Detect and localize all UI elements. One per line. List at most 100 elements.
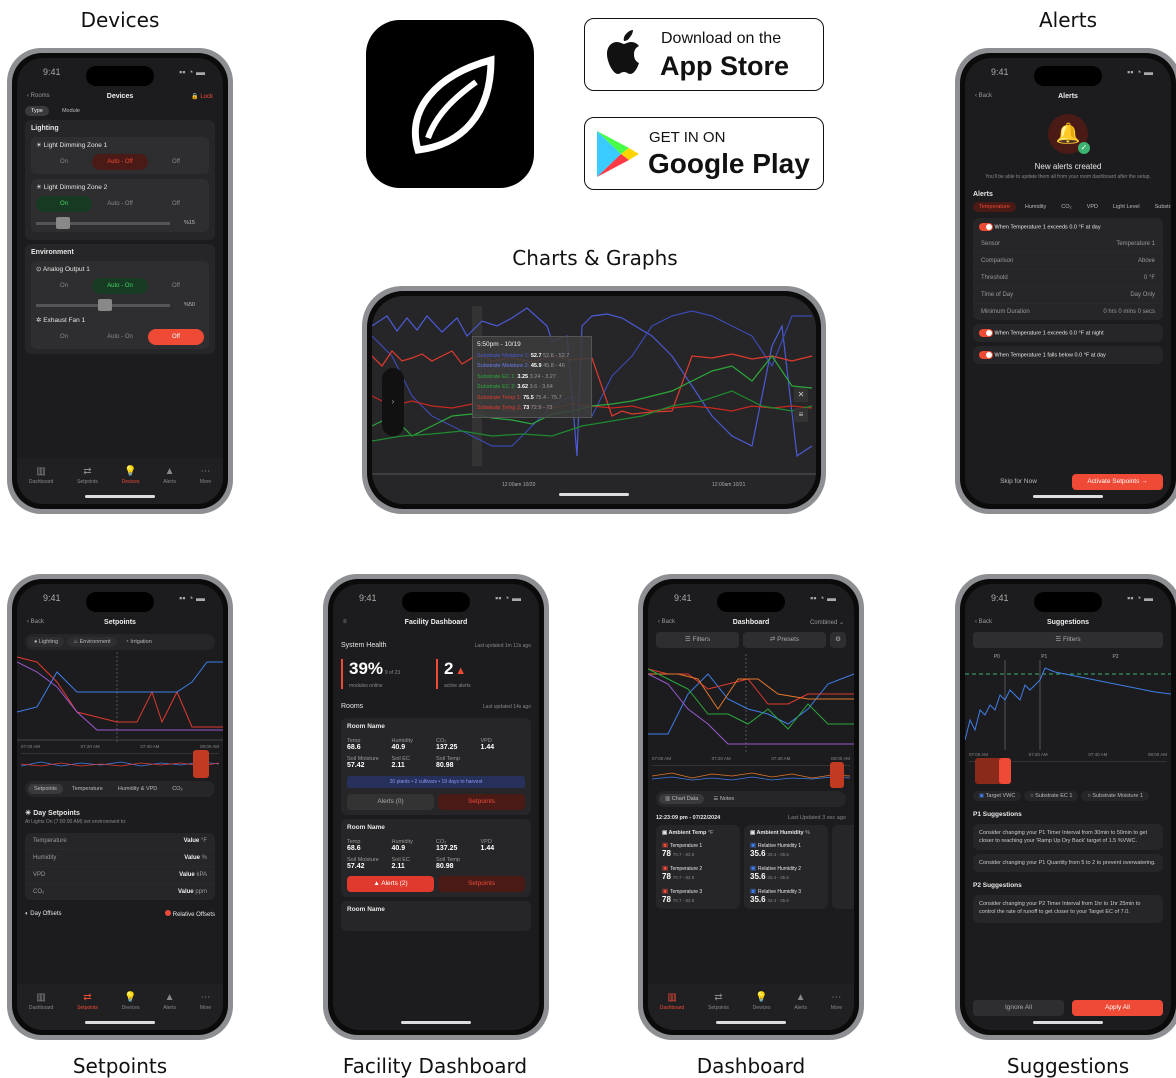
tab-more[interactable]: ⋯ More	[831, 992, 842, 1030]
check-icon: ✓	[1078, 142, 1090, 154]
filter-lighting[interactable]: ● Lighting	[28, 637, 65, 647]
tab-temperature[interactable]: Temperature	[973, 202, 1016, 212]
tab-humidity[interactable]: Humidity	[1019, 202, 1052, 212]
zone2-control[interactable]: On Auto - Off Off	[36, 196, 204, 212]
rooms-heading: Rooms	[341, 703, 364, 710]
google-play-badge[interactable]: GET IN ON Google Play	[584, 117, 824, 190]
tab-type[interactable]: Type	[25, 106, 49, 116]
zone1-control[interactable]: On Auto - Off Off	[36, 154, 204, 170]
filter-icon[interactable]: ≡	[794, 408, 808, 422]
tab-more[interactable]: ⋯ More	[200, 992, 211, 1030]
range-scrubber[interactable]	[969, 758, 1167, 784]
chip-target-vwc[interactable]: ▣ Target VWC	[973, 791, 1022, 801]
chip-substrate-moisture[interactable]: ○ Substrate Moisture 1	[1081, 791, 1150, 801]
range-scrubber[interactable]	[20, 750, 220, 778]
activate-button[interactable]: Activate Setpoints →	[1072, 474, 1163, 490]
alerts-button[interactable]: Alerts (0)	[347, 794, 434, 810]
fan-label: ✲ Exhaust Fan 1	[36, 317, 86, 324]
zone1-label: ☀ Light Dimming Zone 1	[36, 142, 108, 149]
zone2-slider[interactable]	[36, 216, 170, 229]
analog-slider[interactable]	[36, 298, 170, 311]
p1-heading: P1 Suggestions	[973, 811, 1022, 818]
tab-module[interactable]: Module	[56, 106, 86, 116]
list-item[interactable]: ▣ Relative Humidity 2 35.6 33.4 - 35.6	[750, 864, 822, 881]
page-title: Setpoints	[104, 618, 136, 626]
tab-more[interactable]: ⋯ More	[200, 466, 211, 504]
alert-rule-1[interactable]: When Temperature 1 exceeds 0.0 °F at day…	[973, 218, 1163, 320]
notes-tab[interactable]: ☰ Notes	[707, 794, 740, 804]
tab-setpoints[interactable]: ⇄ Setpoints	[77, 466, 98, 504]
setpoint-row[interactable]: Humidity Value %	[25, 850, 215, 867]
setpoint-row[interactable]: CO₂ Value ppm	[25, 884, 215, 900]
tab-co2[interactable]: CO₂	[166, 784, 188, 794]
tab-setpoints[interactable]: ⇄ Setpoints	[77, 992, 98, 1030]
tab-devices[interactable]: 💡 Devices	[122, 466, 140, 504]
fan-control[interactable]: On Auto - On Off	[36, 329, 204, 345]
relative-offsets-toggle[interactable]: Relative Offsets	[165, 910, 215, 918]
caption-facility: Facility Dashboard	[342, 1054, 528, 1078]
setpoint-row[interactable]: Temperature Value °F	[25, 833, 215, 850]
rule1-toggle[interactable]	[979, 223, 993, 231]
tab-vpd[interactable]: VPD	[1081, 202, 1104, 212]
alerts-heading: Alerts	[973, 191, 993, 198]
list-item[interactable]: ▣ Temperature 2 78 70.7 - 82.9	[662, 864, 734, 881]
list-item[interactable]: ▣ Temperature 3 78 70.7 - 82.9	[662, 887, 734, 904]
tab-setpoints[interactable]: ⇄ Setpoints	[708, 992, 729, 1030]
chip-substrate-ec[interactable]: ○ Substrate EC 1	[1024, 791, 1079, 801]
tab-alerts[interactable]: ▲ Alerts	[163, 992, 176, 1030]
p2-heading: P2 Suggestions	[973, 882, 1022, 889]
suggestion-card[interactable]: Consider changing your P2 Timer Interval…	[973, 895, 1163, 923]
suggestion-card[interactable]: Consider changing your P1 Quantity from …	[973, 854, 1163, 872]
more-card	[832, 825, 854, 909]
alert-tabs: Temperature Humidity CO₂ VPD Light Level Subs…	[965, 202, 1171, 212]
tab-dashboard[interactable]: ▥ Dashboard	[29, 466, 53, 504]
tab-dashboard[interactable]: ▥ Dashboard	[29, 992, 53, 1030]
chart-data-tab[interactable]: ▥ Chart Data	[659, 794, 705, 804]
tab-alerts[interactable]: ▲ Alerts	[794, 992, 807, 1030]
presets-button[interactable]: ⇄ Presets	[743, 632, 826, 648]
setpoint-row[interactable]: VPD Value kPA	[25, 867, 215, 884]
list-item[interactable]: ▣ Relative Humidity 1 35.6 33.4 - 35.6	[750, 841, 822, 858]
tab-temperature[interactable]: Temperature	[66, 784, 109, 794]
skip-button[interactable]: Skip for Now	[973, 474, 1064, 490]
list-item[interactable]: ▣ Temperature 1 78 70.7 - 82.9	[662, 841, 734, 858]
room-card[interactable]: Room Name Temp Humidity CO₂ VPD 68.6 40.9 137…	[341, 718, 531, 815]
tab-devices[interactable]: 💡 Devices	[122, 992, 140, 1030]
room-card[interactable]: Room Name Temp Humidity CO₂ VPD 68.6 40.9 137…	[341, 819, 531, 897]
tab-alerts[interactable]: ▲ Alerts	[163, 466, 176, 504]
tab-co2[interactable]: CO₂	[1055, 202, 1077, 212]
filter-environment[interactable]: ♨ Environment	[67, 637, 117, 647]
filter-irrigation[interactable]: ◔ Irrigation	[120, 637, 158, 647]
trend-chart[interactable]	[372, 296, 816, 504]
setpoints-button[interactable]: Setpoints	[438, 876, 525, 892]
suggestion-card[interactable]: Consider changing your P1 Timer Interval…	[973, 824, 1163, 850]
list-item[interactable]: ▣ Relative Humidity 3 35.6 33.4 - 35.6	[750, 887, 822, 904]
apply-all-button[interactable]: Apply All	[1072, 1000, 1163, 1016]
status-time: 9:41	[359, 593, 377, 603]
page-title: Devices	[106, 92, 134, 100]
analog-control[interactable]: On Auto - On Off	[36, 278, 204, 294]
warning-icon: ▲	[455, 665, 467, 677]
devices-phone: 9:41 ▪▪ ◔ ▬ ‹ Rooms Devices 🔒 Lock Type Modu…	[7, 48, 233, 514]
filters-button[interactable]: ☰ Filters	[656, 632, 739, 648]
tab-light[interactable]: Light Level	[1107, 202, 1146, 212]
alert-rule-2[interactable]: When Temperature 1 exceeds 0.0 °F at nig…	[973, 324, 1163, 342]
tab-humidity-vpd[interactable]: Humidity & VPD	[112, 784, 163, 794]
tab-dashboard[interactable]: ▥ Dashboard	[660, 992, 684, 1030]
tab-devices[interactable]: 💡 Devices	[753, 992, 771, 1030]
alerts-button[interactable]: ▲ Alerts (2)	[347, 876, 434, 892]
caption-suggestions: Suggestions	[1006, 1054, 1130, 1078]
room-card[interactable]: Room Name	[341, 901, 531, 931]
app-store-badge[interactable]: Download on the App Store	[584, 18, 824, 91]
rooms-updated: Last updated 14s ago	[482, 703, 531, 710]
filters-button[interactable]: ☰ Filters	[973, 632, 1163, 648]
setpoints-button[interactable]: Setpoints	[438, 794, 525, 810]
close-icon[interactable]: ✕	[794, 388, 808, 402]
ignore-all-button[interactable]: Ignore All	[973, 1000, 1064, 1016]
drawer-handle[interactable]: ›	[382, 368, 404, 436]
alert-rule-3[interactable]: When Temperature 1 falls below 0.0 °F at…	[973, 346, 1163, 364]
settings-icon[interactable]: ⚙	[830, 632, 846, 648]
range-scrubber[interactable]	[651, 762, 851, 788]
tab-ph[interactable]: Substrate pH	[1149, 202, 1171, 212]
tab-setpoints-inner[interactable]: Setpoints	[28, 784, 63, 794]
